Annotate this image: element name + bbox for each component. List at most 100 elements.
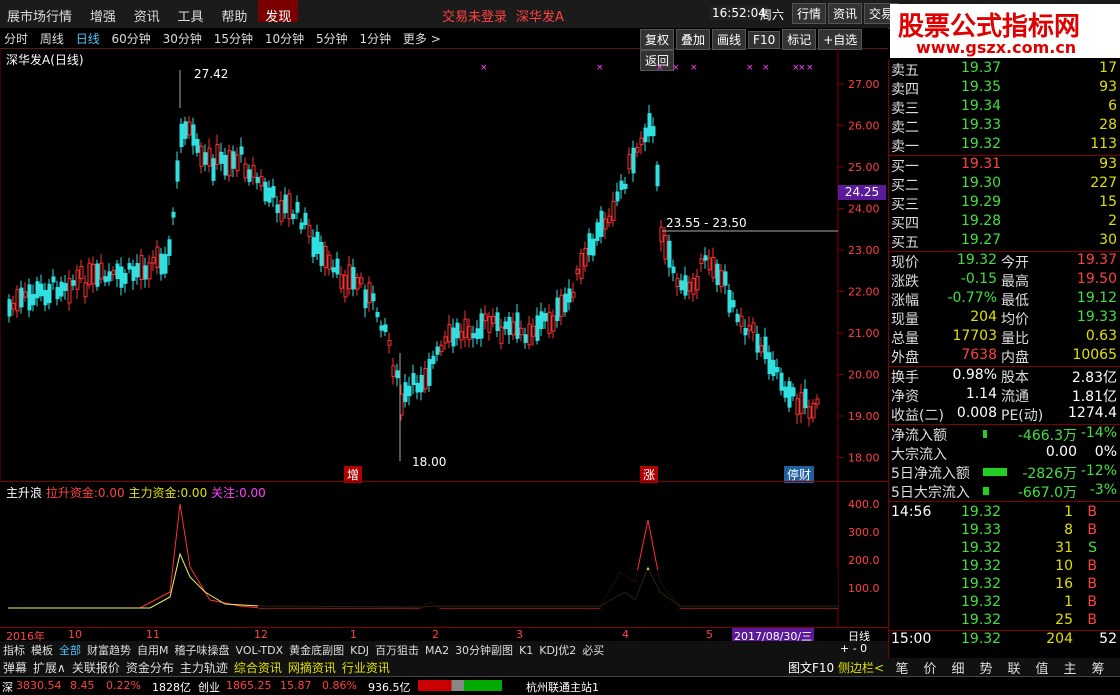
tab-expand[interactable]: 扩展∧ — [30, 658, 69, 677]
menu-tools[interactable]: 工具 — [171, 0, 211, 25]
menu-news[interactable]: 资讯 — [127, 0, 167, 25]
tab-fund-dist[interactable]: 资金分布 — [123, 658, 177, 677]
quote-value: 0.63 — [1085, 328, 1117, 344]
zoom-controls[interactable]: + - 0 — [840, 642, 867, 655]
btn-adjust[interactable]: 复权 — [640, 29, 675, 50]
fund-label: PE(动) — [1001, 408, 1044, 424]
btab-gold[interactable]: 黄金底副图 — [286, 641, 347, 659]
tick-row: 19.33 8 B — [889, 522, 1120, 541]
idx-change: 8.45 — [70, 679, 95, 692]
flow-value: -667.0万 — [1017, 485, 1077, 501]
flow-label: 5日大宗流入 — [891, 485, 970, 501]
btab-30min[interactable]: 30分钟副图 — [452, 641, 516, 659]
flow-pct: -12% — [1080, 463, 1117, 479]
order-label: 买一 — [891, 159, 919, 175]
btab-k1[interactable]: K1 — [516, 643, 536, 658]
rnav-value[interactable]: 值 — [1028, 658, 1056, 677]
tab-30min[interactable]: 30分钟 — [159, 28, 206, 49]
btab-indicator[interactable]: 指标 — [0, 641, 28, 659]
order-label: 卖一 — [891, 139, 919, 155]
rnav-price[interactable]: 价 — [916, 658, 944, 677]
tab-15min[interactable]: 15分钟 — [210, 28, 257, 49]
tab-related[interactable]: 关联报价 — [69, 658, 123, 677]
tab-weekly[interactable]: 周线 — [36, 28, 68, 49]
btab-vol[interactable]: VOL-TDX — [233, 643, 287, 658]
rnav-trades[interactable]: 笔 — [888, 658, 916, 677]
rnav-chips[interactable]: 筹 — [1084, 658, 1112, 677]
kline-chart[interactable]: 27.00 26.00 25.00 24.00 23.00 22.00 21.00 20.00… — [0, 48, 888, 483]
login-status[interactable]: 交易未登录 — [442, 6, 507, 25]
tab-1min[interactable]: 1分钟 — [355, 28, 395, 49]
tick-volume: 204 — [1046, 631, 1073, 647]
btn-sidebar[interactable]: 侧边栏< — [838, 659, 884, 676]
tab-daily[interactable]: 日线 — [72, 28, 104, 49]
tab-news-web[interactable]: 网摘资讯 — [285, 658, 339, 677]
fund-label: 股本 — [1001, 370, 1029, 386]
btn-info[interactable]: 资讯 — [828, 3, 863, 24]
val-lift-funds: 0.00 — [97, 486, 125, 500]
btn-add-watch[interactable]: +自选 — [818, 29, 863, 50]
quote-value: 204 — [970, 309, 997, 325]
tab-main-track[interactable]: 主力轨迹 — [177, 658, 231, 677]
menu-enhance[interactable]: 增强 — [83, 0, 123, 25]
btab-template[interactable]: 模板 — [28, 641, 56, 659]
btn-figure-f10[interactable]: 图文F10 — [788, 659, 834, 676]
menu-discover[interactable]: 发现 — [258, 0, 299, 25]
btab-all[interactable]: 全部 — [56, 641, 84, 659]
signal-marker: × — [690, 63, 698, 73]
btab-ma2[interactable]: MA2 — [422, 643, 452, 658]
menu-help[interactable]: 帮助 — [214, 0, 254, 25]
quote-label: 外盘 — [891, 350, 919, 366]
quote-value: 19.32 — [956, 252, 997, 268]
tick-volume: 31 — [1055, 540, 1073, 556]
tick-volume: 16 — [1055, 576, 1073, 592]
quote-row: 现价 19.32 今开 19.37 — [889, 252, 1120, 271]
tab-more[interactable]: 更多 > — [399, 28, 445, 49]
tick-price: 19.32 — [961, 558, 1002, 574]
flow-bar — [983, 487, 989, 495]
rnav-trend[interactable]: 势 — [972, 658, 1000, 677]
tab-danmaku[interactable]: 弹幕 — [0, 658, 30, 677]
tick-row: 19.32 16 B — [889, 576, 1120, 595]
quote-value: 19.37 — [1076, 252, 1117, 268]
indicator-chart[interactable]: 主升浪 拉升资金:0.00 主力资金:0.00 关注:0.00 400.0 30… — [0, 481, 888, 628]
tab-60min[interactable]: 60分钟 — [108, 28, 155, 49]
rnav-link[interactable]: 联 — [1000, 658, 1028, 677]
btn-overlay[interactable]: 叠加 — [676, 29, 711, 50]
flow-pct: -14% — [1080, 425, 1117, 441]
btn-draw[interactable]: 画线 — [712, 29, 747, 50]
btab-kdj[interactable]: KDJ — [347, 643, 372, 658]
chart-title: 深华发A(日线) — [6, 53, 84, 67]
order-row-sell: 卖一 19.32 113 — [889, 136, 1120, 155]
tab-5min[interactable]: 5分钟 — [312, 28, 352, 49]
tab-news-industry[interactable]: 行业资讯 — [339, 658, 393, 677]
tab-intraday[interactable]: 分时 — [0, 28, 32, 49]
tick-row: 19.32 31 S — [889, 540, 1120, 559]
btab-snipe[interactable]: 百万狙击 — [372, 641, 422, 659]
ytick-label: 20.00 — [848, 369, 880, 382]
date-10: 10 — [68, 628, 82, 641]
signal-marker: × — [656, 63, 664, 73]
btab-trade[interactable]: 稽子味操盘 — [172, 641, 233, 659]
btab-custom[interactable]: 自用M — [134, 641, 172, 659]
order-volume: 15 — [1099, 194, 1117, 210]
order-price: 19.35 — [961, 79, 1002, 95]
btn-mark[interactable]: 标记 — [782, 29, 817, 50]
quote-label: 涨幅 — [891, 293, 919, 309]
rnav-detail[interactable]: 细 — [944, 658, 972, 677]
tab-news-all[interactable]: 综合资讯 — [231, 658, 285, 677]
btab-buy[interactable]: 必买 — [579, 641, 607, 659]
flow-label: 净流入额 — [891, 428, 947, 444]
order-label: 买三 — [891, 197, 919, 213]
btn-f10[interactable]: F10 — [748, 31, 781, 49]
menu-market[interactable]: 展市场行情 — [0, 0, 79, 25]
tab-10min[interactable]: 10分钟 — [261, 28, 308, 49]
rnav-main[interactable]: 主 — [1056, 658, 1084, 677]
server-name: 杭州联通主站1 — [526, 681, 599, 694]
order-volume: 17 — [1099, 60, 1117, 76]
btn-quotes[interactable]: 行情 — [792, 3, 827, 24]
btab-kdj2[interactable]: KDJ优2 — [536, 641, 579, 659]
btab-wealth[interactable]: 财富趋势 — [84, 641, 134, 659]
quote-label: 现量 — [891, 312, 919, 328]
fund-label: 换手 — [891, 370, 919, 386]
